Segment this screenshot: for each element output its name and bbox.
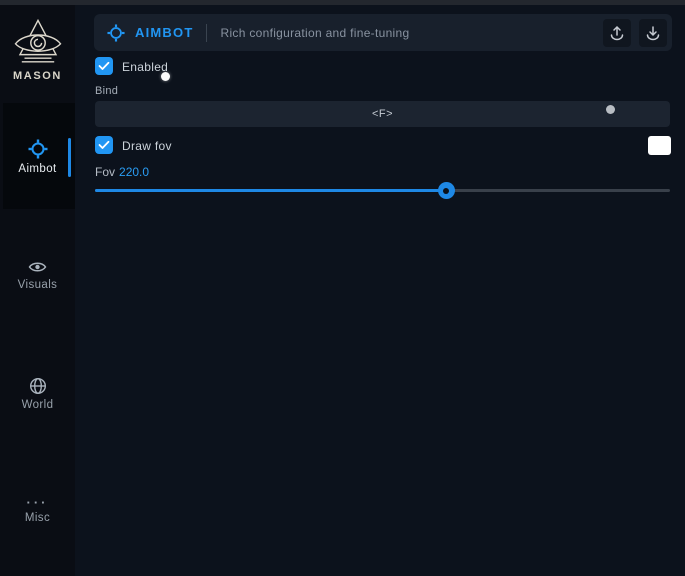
sidebar-item-label: Aimbot	[0, 163, 75, 175]
mouse-cursor-dot	[161, 72, 170, 81]
crosshair-icon	[107, 24, 125, 42]
draw-fov-checkbox[interactable]	[95, 136, 113, 154]
upload-icon	[609, 25, 625, 41]
sidebar-item-aimbot[interactable]: Aimbot	[0, 139, 75, 175]
bind-input[interactable]	[95, 101, 670, 127]
upload-config-button[interactable]	[603, 19, 631, 47]
download-config-button[interactable]	[639, 19, 667, 47]
fov-value: 220.0	[119, 165, 149, 179]
fov-slider[interactable]	[95, 182, 670, 199]
slider-fill	[95, 189, 446, 192]
download-icon	[645, 25, 661, 41]
small-dot	[606, 105, 615, 114]
draw-fov-label: Draw fov	[122, 139, 172, 153]
fov-color-picker[interactable]	[648, 136, 671, 155]
slider-thumb-core	[443, 188, 449, 194]
sidebar: MASON Aimbot	[0, 0, 75, 576]
page-subtitle: Rich configuration and fine-tuning	[220, 26, 409, 40]
bind-label: Bind	[95, 85, 118, 97]
sidebar-item-label: Visuals	[0, 279, 75, 291]
header-divider	[206, 24, 207, 42]
slider-thumb[interactable]	[438, 182, 455, 199]
brand-logo: MASON	[0, 16, 75, 82]
eye-icon	[0, 259, 75, 275]
sidebar-item-world[interactable]: World	[0, 377, 75, 411]
sidebar-item-misc[interactable]: ··· Misc	[0, 498, 75, 524]
eye-pyramid-logo-icon	[11, 16, 65, 68]
fov-readout: Fov 220.0	[95, 165, 149, 179]
crosshair-icon	[0, 139, 75, 159]
header-actions	[603, 19, 667, 47]
window-top-strip	[0, 0, 685, 5]
page-title: AIMBOT	[135, 25, 193, 40]
check-icon	[98, 61, 110, 71]
fov-label: Fov	[95, 165, 115, 179]
check-icon	[98, 140, 110, 150]
sidebar-item-label: Misc	[0, 512, 75, 524]
app-window: MASON Aimbot	[0, 0, 685, 576]
sidebar-item-visuals[interactable]: Visuals	[0, 259, 75, 291]
sidebar-item-label: World	[0, 399, 75, 411]
enabled-label: Enabled	[122, 60, 168, 74]
page-header: AIMBOT Rich configuration and fine-tunin…	[94, 14, 672, 51]
globe-icon	[0, 377, 75, 395]
brand-name: MASON	[0, 70, 75, 82]
enabled-checkbox[interactable]	[95, 57, 113, 75]
ellipsis-icon: ···	[0, 498, 75, 508]
